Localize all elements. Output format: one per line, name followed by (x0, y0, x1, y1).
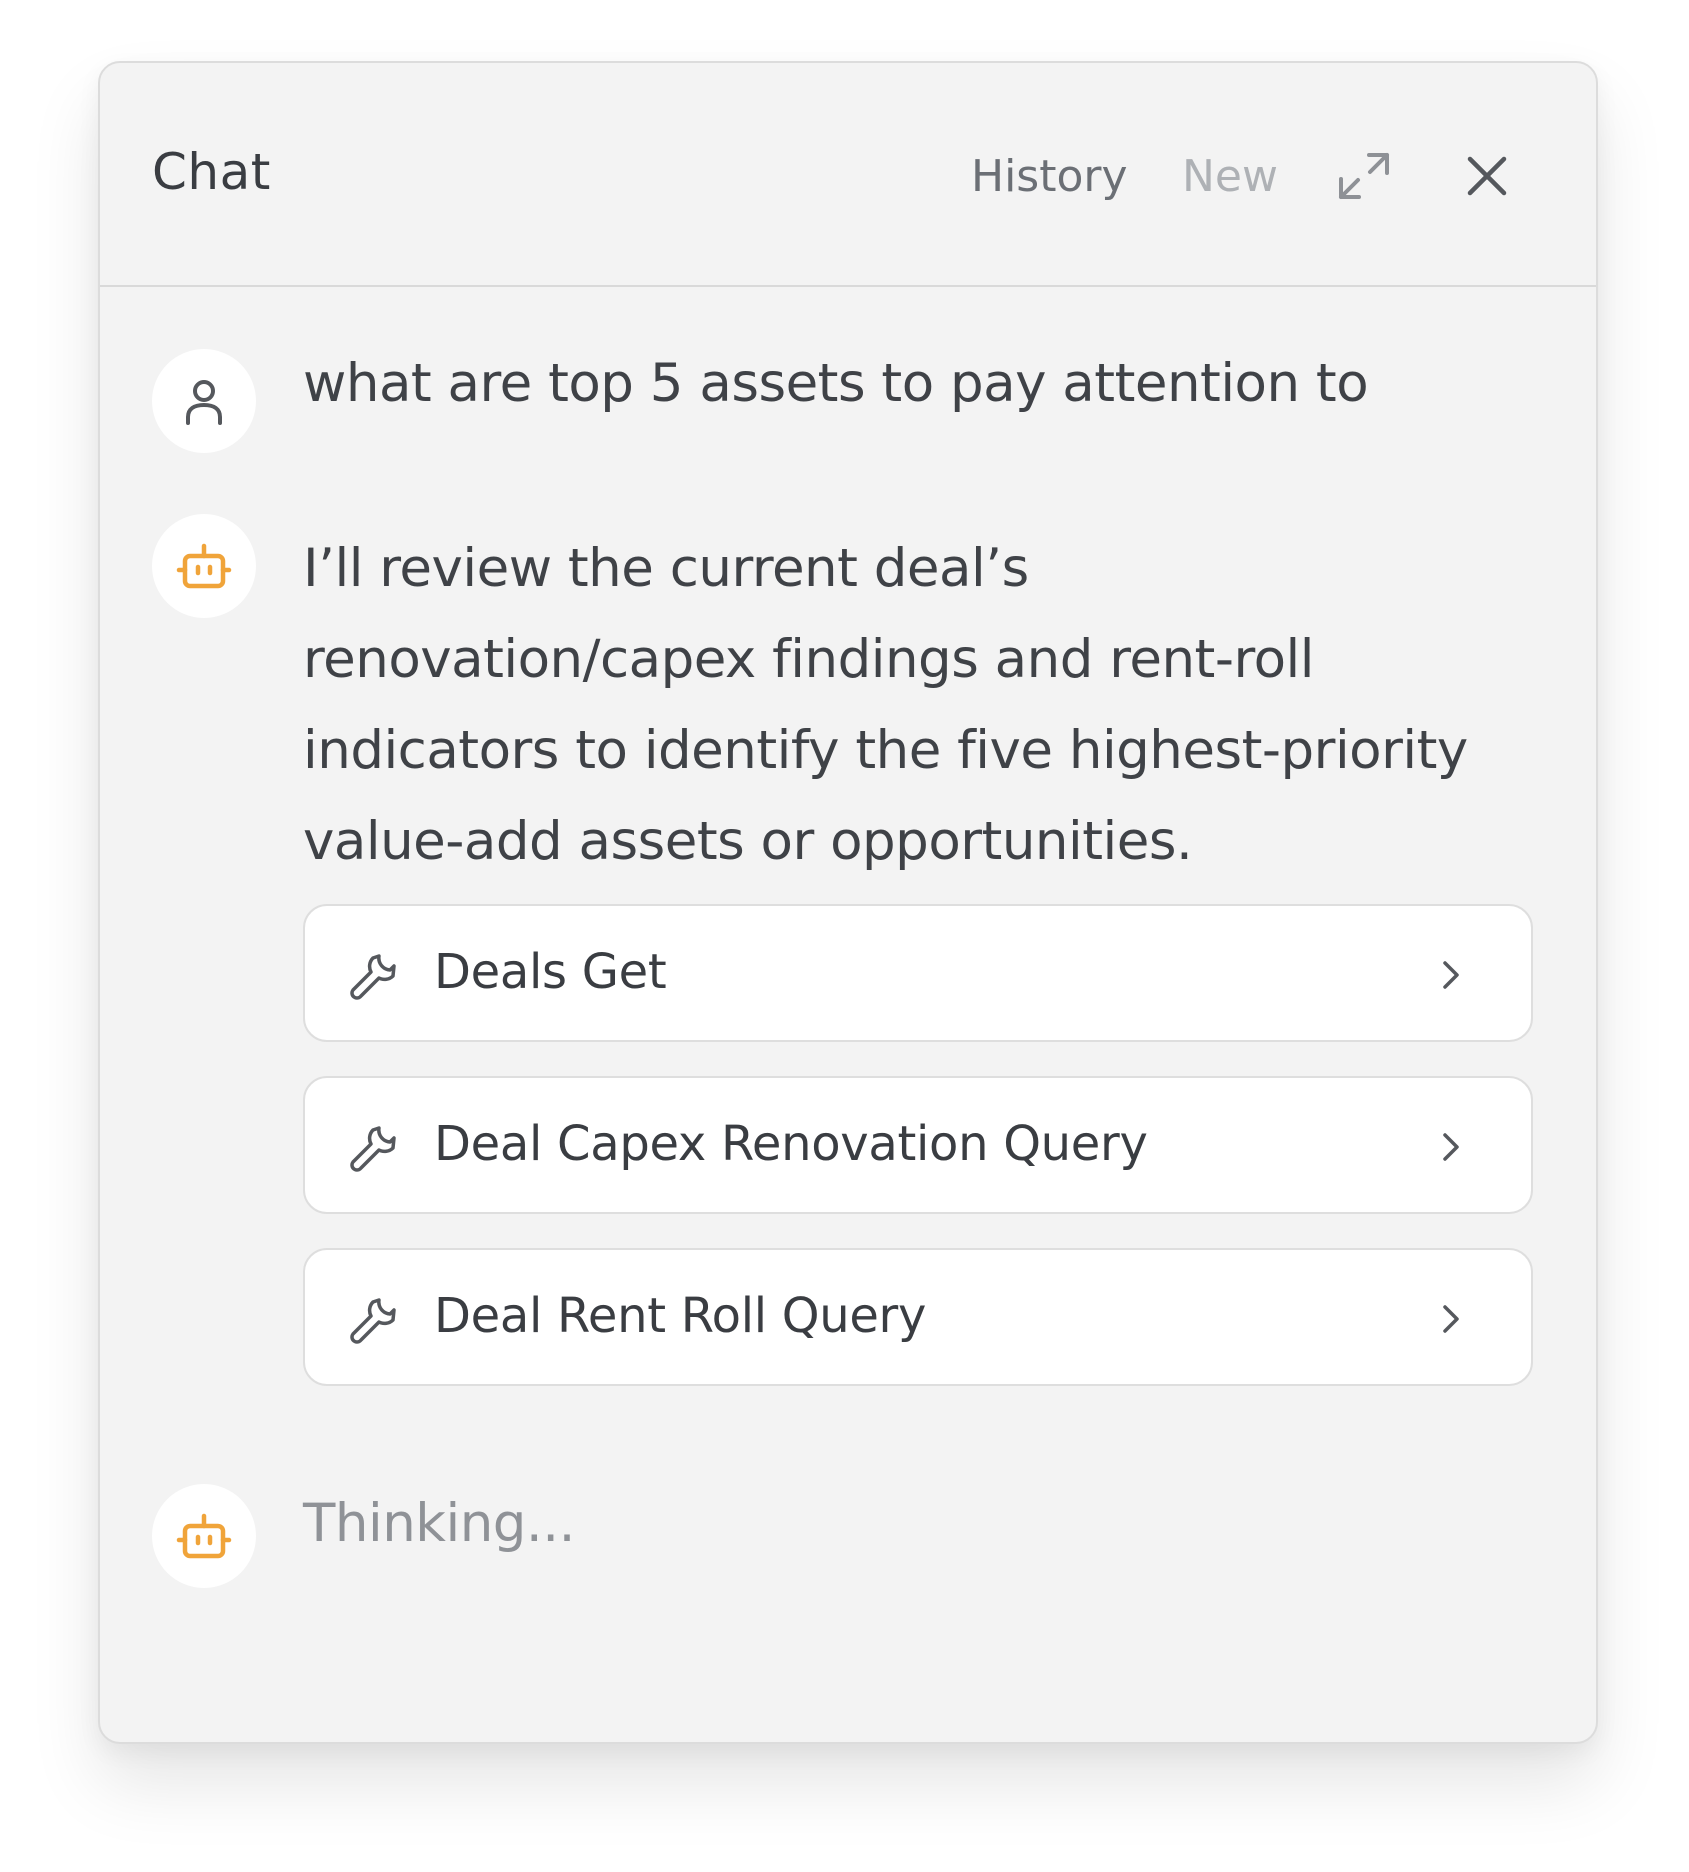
new-chat-button[interactable]: New (1182, 151, 1278, 202)
chat-header: Chat History New (100, 63, 1596, 287)
assistant-message: I’ll review the current deal’s renovatio… (303, 538, 1468, 872)
bot-avatar (152, 1484, 256, 1588)
tool-card-deals-get[interactable]: Deals Get (303, 904, 1533, 1042)
chevron-right-icon (1443, 1133, 1459, 1161)
tool-label: Deals Get (434, 944, 667, 1000)
history-button[interactable]: History (971, 151, 1128, 202)
chat-title: Chat (152, 143, 271, 201)
user-icon (186, 380, 222, 425)
expand-icon[interactable] (1333, 145, 1395, 207)
wrench-icon (350, 1126, 396, 1172)
chat-panel: Chat History New what are top 5 assets t… (98, 61, 1598, 1744)
tool-card-deal-capex-renovation-query[interactable]: Deal Capex Renovation Query (303, 1076, 1533, 1214)
bot-icon (176, 1513, 232, 1559)
user-message: what are top 5 assets to pay attention t… (303, 353, 1369, 414)
bot-icon (176, 543, 232, 589)
chevron-right-icon (1443, 1305, 1459, 1333)
user-avatar (152, 349, 256, 453)
bot-avatar (152, 514, 256, 618)
close-icon[interactable] (1456, 145, 1518, 207)
tool-label: Deal Rent Roll Query (434, 1288, 927, 1344)
wrench-icon (350, 1298, 396, 1344)
tool-label: Deal Capex Renovation Query (434, 1116, 1148, 1172)
thinking-indicator: Thinking... (303, 1493, 575, 1554)
chevron-right-icon (1443, 961, 1459, 989)
wrench-icon (350, 954, 396, 1000)
tool-card-deal-rent-roll-query[interactable]: Deal Rent Roll Query (303, 1248, 1533, 1386)
